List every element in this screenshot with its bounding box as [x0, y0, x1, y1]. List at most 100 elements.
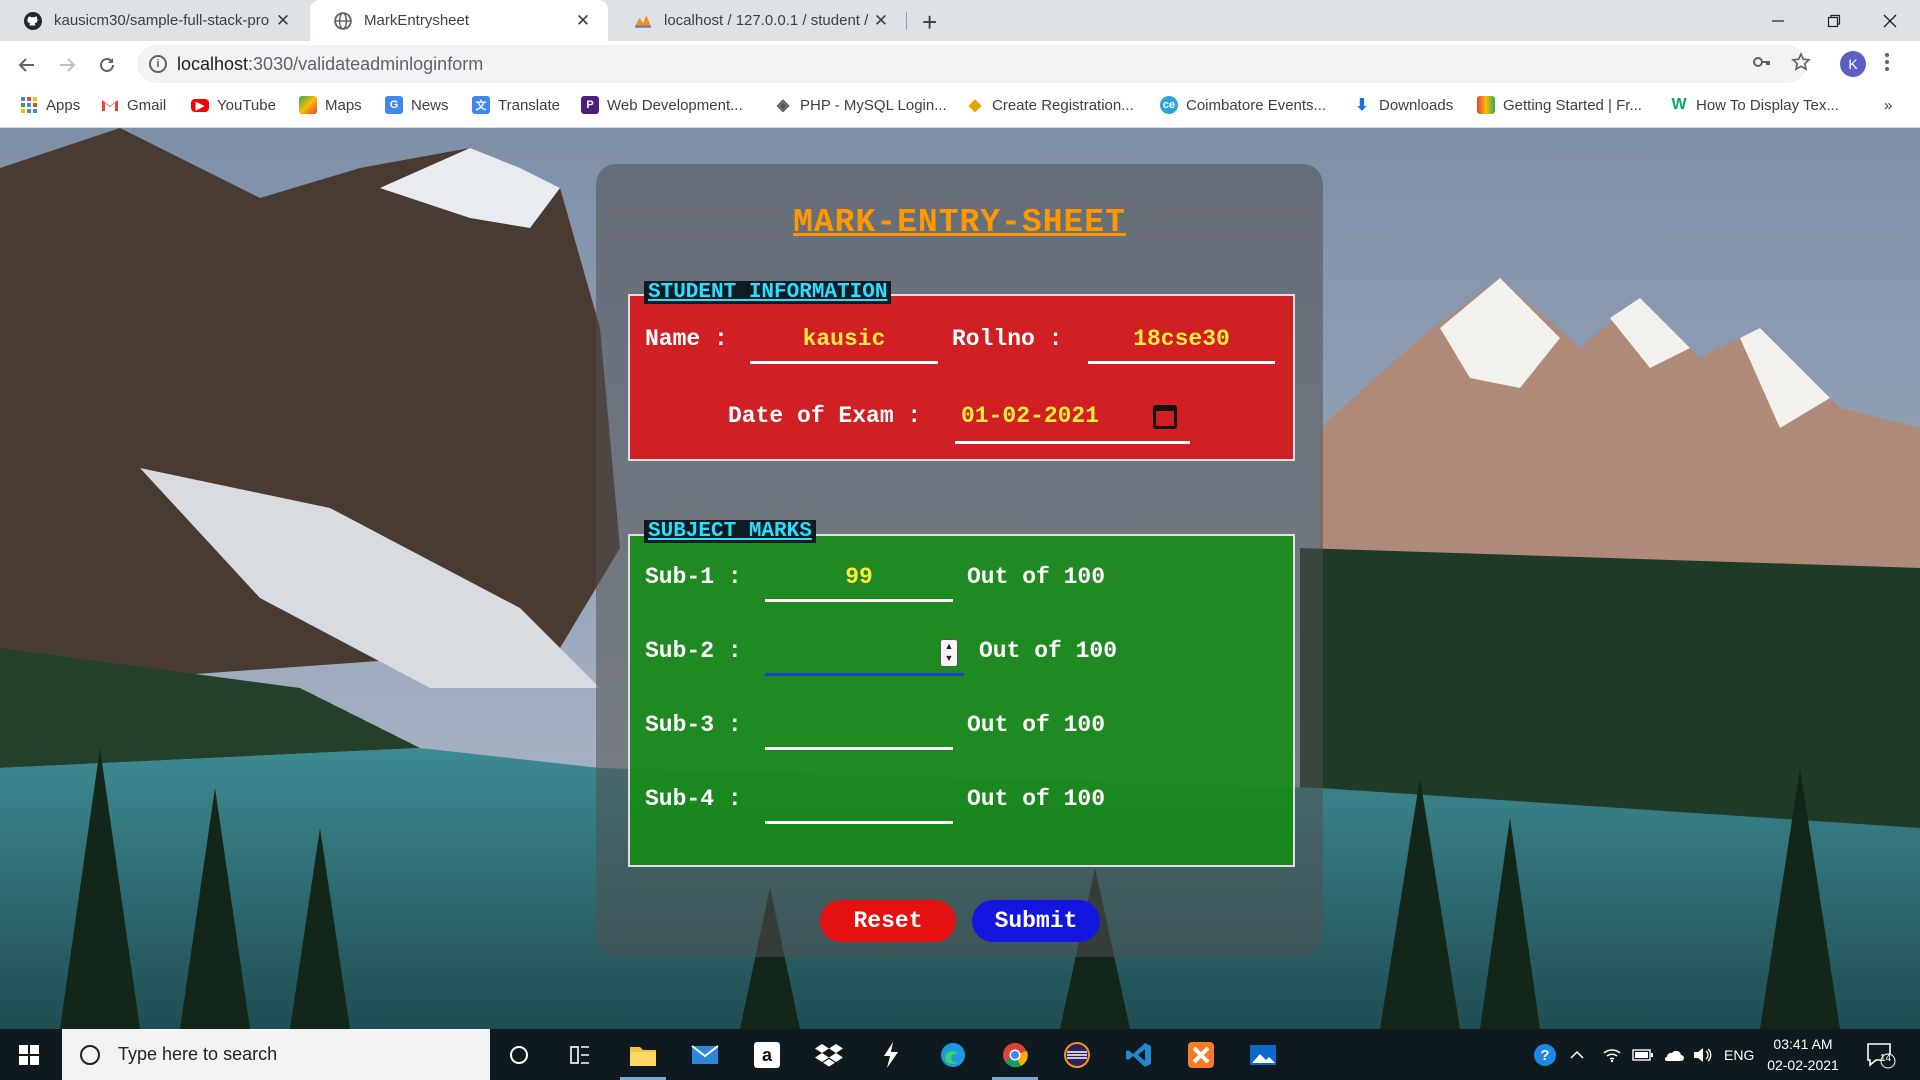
wifi-icon[interactable]	[1602, 1029, 1622, 1080]
bookmark-maps[interactable]: Maps	[299, 88, 362, 122]
tab-title: kausicm30/sample-full-stack-pro	[54, 12, 270, 29]
close-window-button[interactable]	[1862, 0, 1918, 41]
browser-toolbar: i localhost:3030/validateadminloginform …	[0, 41, 1920, 88]
key-icon[interactable]	[1752, 52, 1772, 78]
sub-1-input[interactable]: 99	[765, 564, 953, 590]
close-tab-icon[interactable]: ✕	[272, 11, 294, 31]
chrome-browser-button[interactable]	[986, 1029, 1044, 1080]
onedrive-cloud-icon[interactable]	[1662, 1029, 1684, 1080]
web-dev-icon: P	[581, 96, 599, 114]
bookmark-coimbatore-events[interactable]: ce Coimbatore Events...	[1160, 88, 1326, 122]
new-tab-button[interactable]: +	[922, 7, 937, 38]
bookmark-how-to-display[interactable]: W How To Display Tex...	[1670, 88, 1839, 122]
phpmyadmin-icon	[635, 14, 651, 28]
reset-button[interactable]: Reset	[820, 900, 956, 942]
rollno-label: Rollno :	[952, 326, 1063, 352]
menu-kebab-icon[interactable]	[1884, 52, 1890, 78]
tab-github[interactable]: kausicm30/sample-full-stack-pro ✕	[0, 0, 308, 41]
battery-icon[interactable]	[1632, 1029, 1654, 1080]
vscode-app-button[interactable]	[1110, 1029, 1168, 1080]
bookmark-web-development[interactable]: P Web Development...	[581, 88, 743, 122]
minimize-window-button[interactable]	[1750, 0, 1806, 41]
name-input[interactable]: kausic	[750, 326, 938, 352]
cortana-circle-icon	[510, 1045, 528, 1064]
bookmark-php-mysql[interactable]: ◈ PHP - MySQL Login...	[774, 88, 947, 122]
bookmark-translate[interactable]: 文 Translate	[472, 88, 560, 122]
tab-title: localhost / 127.0.0.1 / student / a	[664, 12, 870, 29]
file-explorer-button[interactable]	[614, 1029, 672, 1080]
name-label: Name :	[645, 326, 728, 352]
bookmark-create-registration[interactable]: ◆ Create Registration...	[966, 88, 1134, 122]
input-language-indicator[interactable]: ENG	[1724, 1029, 1754, 1080]
windows-logo-icon	[19, 1044, 39, 1065]
tab-markentrysheet[interactable]: MarkEntrysheet ✕	[310, 0, 608, 41]
tab-phpmyadmin[interactable]: localhost / 127.0.0.1 / student / a ✕	[610, 0, 906, 41]
taskbar-search-box[interactable]: Type here to search	[62, 1029, 490, 1080]
folder-icon	[630, 1046, 656, 1066]
tab-separator	[906, 12, 907, 30]
date-input-underline	[955, 441, 1190, 444]
bookmark-getting-started[interactable]: Getting Started | Fr...	[1477, 88, 1642, 122]
cortana-button[interactable]	[490, 1029, 548, 1080]
vscode-icon	[1126, 1042, 1151, 1067]
calendar-icon[interactable]	[1153, 405, 1177, 429]
show-hidden-icons-chevron[interactable]	[1570, 1029, 1584, 1080]
more-bookmarks-button[interactable]: »	[1884, 88, 1892, 122]
submit-button[interactable]: Submit	[972, 900, 1100, 942]
mail-app-button[interactable]	[676, 1029, 734, 1080]
action-center-button[interactable]: 14	[1866, 1029, 1896, 1080]
dropbox-icon	[815, 1043, 843, 1066]
reload-button[interactable]	[93, 51, 121, 79]
bookmark-star-icon[interactable]	[1791, 52, 1811, 78]
start-button[interactable]	[0, 1029, 58, 1080]
getting-started-icon	[1477, 96, 1495, 114]
bookmark-label: PHP - MySQL Login...	[800, 96, 947, 114]
volume-icon[interactable]	[1692, 1029, 1712, 1080]
restore-icon	[1827, 14, 1841, 27]
bookmark-label: News	[411, 96, 449, 114]
address-bar[interactable]: i localhost:3030/validateadminloginform	[137, 45, 1807, 83]
edge-icon	[941, 1042, 965, 1067]
close-tab-icon[interactable]: ✕	[870, 11, 892, 31]
edge-browser-button[interactable]	[924, 1029, 982, 1080]
bookmark-apps[interactable]: Apps	[20, 88, 80, 122]
back-button[interactable]	[13, 51, 41, 79]
form-title: MARK-ENTRY-SHEET	[793, 204, 1126, 241]
bookmark-downloads[interactable]: ⬇ Downloads	[1353, 88, 1453, 122]
site-info-icon[interactable]: i	[149, 55, 167, 73]
bookmark-label: How To Display Tex...	[1696, 96, 1839, 114]
bookmark-gmail[interactable]: Gmail	[101, 88, 166, 122]
maps-icon	[299, 96, 317, 114]
gmail-icon	[101, 96, 119, 114]
bookmark-news[interactable]: G News	[385, 88, 449, 122]
notification-count: 14	[1880, 1053, 1892, 1064]
bookmark-youtube[interactable]: ▶ YouTube	[191, 88, 276, 122]
photos-app-button[interactable]	[1234, 1029, 1292, 1080]
eclipse-app-button[interactable]	[1048, 1029, 1106, 1080]
url-host: localhost	[177, 54, 249, 74]
forward-button[interactable]	[53, 51, 81, 79]
close-tab-icon[interactable]: ✕	[572, 11, 594, 31]
sub-1-underline	[765, 599, 953, 602]
sub-4-underline	[765, 821, 953, 824]
dropbox-app-button[interactable]	[800, 1029, 858, 1080]
restore-window-button[interactable]	[1806, 0, 1862, 41]
bookmarks-bar: Apps Gmail ▶ YouTube Maps G News 文 Trans…	[0, 88, 1920, 128]
profile-avatar[interactable]: K	[1840, 51, 1866, 77]
events-icon: ce	[1160, 96, 1178, 114]
youtube-icon: ▶	[191, 98, 209, 112]
rollno-input[interactable]: 18cse30	[1088, 326, 1275, 352]
close-icon	[1883, 14, 1897, 27]
help-tray-icon[interactable]: ?	[1532, 1029, 1558, 1080]
sub-2-number-spinner[interactable]: ▲ ▼	[940, 639, 958, 667]
winamp-app-button[interactable]	[862, 1029, 920, 1080]
mail-icon	[691, 1044, 719, 1064]
url-text[interactable]: localhost:3030/validateadminloginform	[177, 54, 483, 75]
lightning-icon	[884, 1041, 898, 1068]
task-view-button[interactable]	[551, 1029, 609, 1080]
system-clock[interactable]: 03:41 AM 02-02-2021	[1756, 1034, 1850, 1076]
xampp-app-button[interactable]	[1172, 1029, 1230, 1080]
name-input-underline	[750, 361, 938, 364]
date-of-exam-input[interactable]: 01-02-2021	[955, 403, 1125, 429]
amazon-app-button[interactable]: a	[738, 1029, 796, 1080]
